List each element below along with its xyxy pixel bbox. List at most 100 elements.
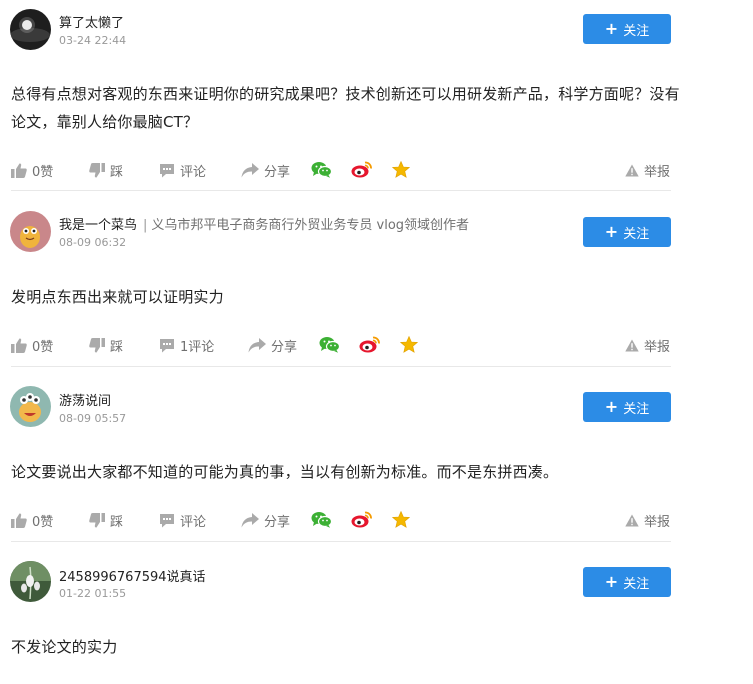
dislike-label: 踩	[110, 165, 124, 180]
username[interactable]: 我是一个菜鸟 | 义乌市邦平电子商务商行外贸业务专员 vlog领域创作者	[59, 214, 469, 233]
wechat-share-button[interactable]	[311, 511, 337, 528]
like-button[interactable]: 0赞	[11, 511, 53, 530]
wechat-share-button[interactable]	[319, 336, 345, 353]
dislike-button[interactable]: 踩	[89, 511, 123, 530]
favorite-button[interactable]	[400, 336, 423, 353]
username[interactable]: 2458996767594说真话	[59, 566, 206, 585]
plus-icon: +	[604, 19, 619, 38]
username-text[interactable]: 我是一个菜鸟	[59, 218, 137, 233]
favorite-button[interactable]	[392, 161, 415, 178]
wechat-icon	[319, 337, 340, 353]
follow-button[interactable]: + 关注	[583, 392, 671, 422]
weibo-icon	[351, 161, 372, 178]
star-icon	[392, 161, 410, 178]
divider	[11, 541, 671, 542]
comment-text: 论文要说出大家都不知道的可能为真的事，当以有创新为标准。而不是东拼西凑。	[11, 463, 559, 481]
follow-button[interactable]: + 关注	[583, 217, 671, 247]
plus-icon: +	[604, 222, 619, 241]
comment-label: 评论	[180, 165, 207, 180]
dislike-button[interactable]: 踩	[89, 336, 123, 355]
warning-icon	[625, 339, 639, 352]
user-description: 义乌市邦平电子商务商行外贸业务专员 vlog领域创作者	[151, 218, 470, 233]
report-button[interactable]: 举报	[625, 511, 670, 530]
comment-button[interactable]: 1评论	[159, 336, 214, 355]
share-button[interactable]: 分享	[241, 511, 290, 530]
thumbs-down-icon	[89, 513, 105, 528]
like-count: 0赞	[32, 340, 54, 355]
comment-time: 03-24 22:44	[59, 34, 127, 47]
comment-label: 1评论	[180, 340, 215, 355]
thumbs-down-icon	[89, 338, 105, 353]
comment-actions: 0赞 踩 评论 分享 举报	[11, 511, 671, 531]
follow-button-label: 关注	[623, 401, 650, 417]
star-icon	[400, 336, 418, 353]
report-label: 举报	[644, 165, 671, 180]
weibo-icon	[351, 511, 372, 528]
report-label: 举报	[644, 515, 671, 530]
weibo-share-button[interactable]	[351, 511, 377, 528]
follow-button[interactable]: + 关注	[583, 14, 671, 44]
follow-button-label: 关注	[623, 23, 650, 39]
comment-time: 08-09 06:32	[59, 236, 127, 249]
comment-icon	[160, 514, 174, 528]
comment-actions: 0赞 踩 1评论 分享 举报	[11, 336, 671, 356]
thumbs-up-icon	[11, 513, 27, 528]
comment-button[interactable]: 评论	[159, 161, 206, 180]
avatar[interactable]	[10, 9, 51, 50]
share-label: 分享	[271, 340, 298, 355]
comment-button[interactable]: 评论	[159, 511, 206, 530]
divider	[11, 366, 671, 367]
share-icon	[248, 338, 266, 353]
share-label: 分享	[264, 165, 291, 180]
dislike-button[interactable]: 踩	[89, 161, 123, 180]
comment-icon	[160, 164, 174, 178]
wechat-icon	[311, 162, 332, 178]
report-button[interactable]: 举报	[625, 336, 670, 355]
dislike-label: 踩	[110, 340, 124, 355]
plus-icon: +	[604, 572, 619, 591]
share-button[interactable]: 分享	[241, 161, 290, 180]
username-text[interactable]: 2458996767594说真话	[59, 570, 206, 585]
share-icon	[241, 163, 259, 178]
dislike-label: 踩	[110, 515, 124, 530]
comment-text: 不发论文的实力	[11, 638, 118, 656]
star-icon	[392, 511, 410, 528]
warning-icon	[625, 514, 639, 527]
avatar[interactable]	[10, 211, 51, 252]
weibo-share-button[interactable]	[351, 161, 377, 178]
comment-time: 01-22 01:55	[59, 587, 127, 600]
avatar[interactable]	[10, 561, 51, 602]
weibo-icon	[359, 336, 380, 353]
plus-icon: +	[604, 397, 619, 416]
wechat-share-button[interactable]	[311, 161, 337, 178]
share-button[interactable]: 分享	[248, 336, 297, 355]
like-button[interactable]: 0赞	[11, 161, 53, 180]
favorite-button[interactable]	[392, 511, 415, 528]
comment-label: 评论	[180, 515, 207, 530]
username-text[interactable]: 游荡说间	[59, 394, 111, 409]
follow-button-label: 关注	[623, 226, 650, 242]
divider	[11, 190, 671, 191]
like-button[interactable]: 0赞	[11, 336, 53, 355]
follow-button-label: 关注	[623, 576, 650, 592]
report-button[interactable]: 举报	[625, 161, 670, 180]
username-text[interactable]: 算了太懒了	[59, 16, 124, 31]
comment-icon	[160, 339, 174, 353]
thumbs-up-icon	[11, 163, 27, 178]
comment-text: 总得有点想对客观的东西来证明你的研究成果吧？技术创新还可以用研发新产品，科学方面…	[11, 85, 680, 131]
like-count: 0赞	[32, 515, 54, 530]
thumbs-down-icon	[89, 163, 105, 178]
comment-text: 发明点东西出来就可以证明实力	[11, 288, 224, 306]
share-icon	[241, 513, 259, 528]
username[interactable]: 算了太懒了	[59, 12, 124, 31]
comment-time: 08-09 05:57	[59, 412, 127, 425]
report-label: 举报	[644, 340, 671, 355]
wechat-icon	[311, 512, 332, 528]
like-count: 0赞	[32, 165, 54, 180]
username[interactable]: 游荡说间	[59, 390, 111, 409]
avatar[interactable]	[10, 386, 51, 427]
warning-icon	[625, 164, 639, 177]
weibo-share-button[interactable]	[359, 336, 385, 353]
separator: |	[143, 218, 148, 233]
follow-button[interactable]: + 关注	[583, 567, 671, 597]
